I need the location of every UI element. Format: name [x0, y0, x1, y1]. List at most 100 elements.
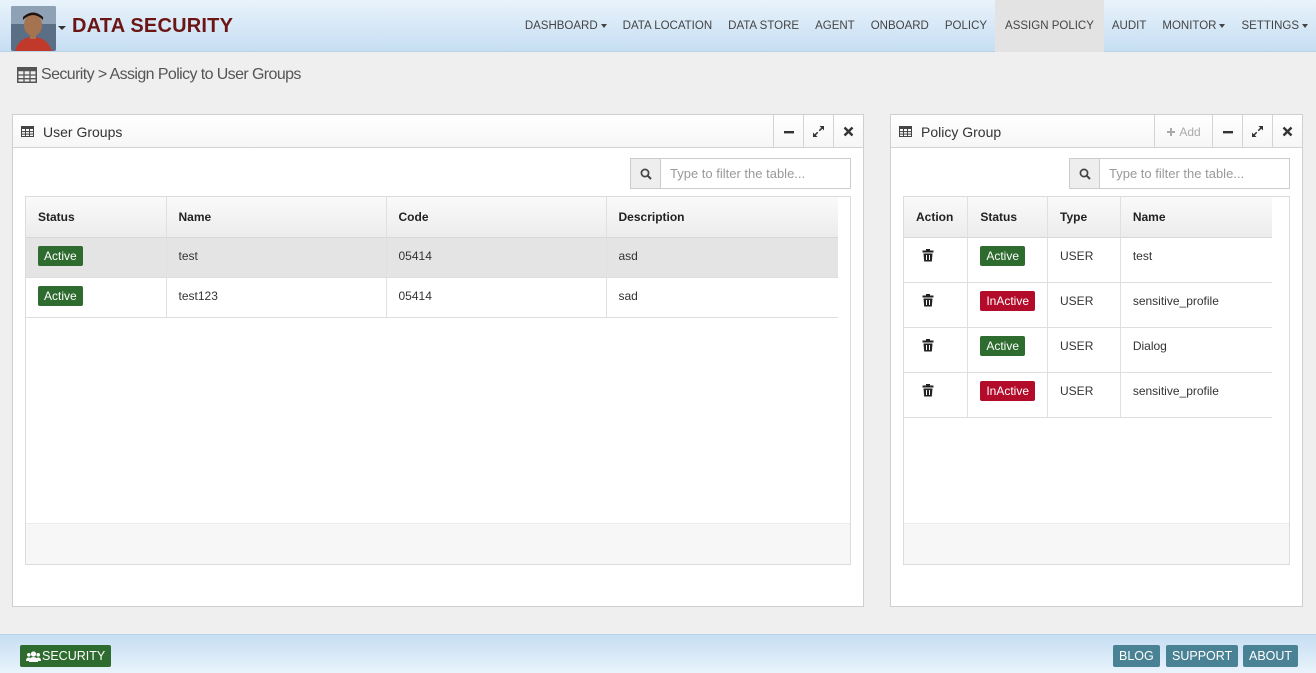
chevron-down-icon: [600, 24, 607, 28]
minus-icon: [1222, 130, 1233, 133]
close-panel-button[interactable]: [833, 115, 863, 148]
panel-title: Policy Group: [921, 123, 1002, 140]
user-groups-table: Status Name Code Description Active test…: [26, 197, 838, 318]
status-badge: InActive: [980, 380, 1036, 401]
search-button[interactable]: [630, 158, 661, 189]
action-cell: [904, 327, 969, 373]
action-cell: [904, 372, 969, 418]
minimize-button[interactable]: [773, 115, 803, 148]
user-avatar[interactable]: [11, 6, 56, 51]
table-icon: [17, 67, 37, 83]
users-icon: [26, 650, 41, 662]
avatar-dropdown-caret-icon[interactable]: [58, 26, 66, 30]
column-header-status[interactable]: Status: [26, 197, 167, 238]
type-cell: USER: [1047, 237, 1121, 283]
status-cell: Active: [967, 237, 1049, 283]
table-icon: [899, 126, 912, 137]
table-row: Active USER test: [904, 237, 1272, 283]
plus-icon: [1167, 127, 1176, 136]
chevron-down-icon: [1302, 24, 1308, 28]
nav-audit-label: AUDIT: [1111, 20, 1147, 32]
column-header-code[interactable]: Code: [386, 197, 607, 238]
nav-data-location[interactable]: DATA LOCATION: [615, 0, 720, 52]
user-groups-panel-header: User Groups: [13, 115, 863, 148]
name-cell: sensitive_profile: [1120, 372, 1272, 418]
search-input[interactable]: [661, 158, 851, 189]
fullscreen-button[interactable]: [803, 115, 833, 148]
description-cell: asd: [606, 237, 838, 278]
type-cell: USER: [1047, 327, 1121, 373]
nav-settings[interactable]: SETTINGS: [1233, 0, 1316, 52]
about-button[interactable]: ABOUT: [1243, 645, 1299, 667]
breadcrumb: Security > Assign Policy to User Groups: [17, 66, 301, 84]
status-cell: Active: [967, 327, 1049, 373]
name-cell: sensitive_profile: [1120, 282, 1272, 328]
column-header-action[interactable]: Action: [904, 197, 969, 238]
column-header-name[interactable]: Name: [1120, 197, 1272, 238]
policy-group-panel-header: Policy Group Add: [891, 115, 1302, 148]
column-header-description[interactable]: Description: [606, 197, 838, 238]
app-brand[interactable]: DATA SECURITY: [72, 15, 233, 38]
security-button[interactable]: SECURITY: [20, 645, 112, 667]
status-cell: Active: [26, 277, 167, 318]
policy-group-panel-tools: Add: [1154, 115, 1302, 148]
action-cell: [904, 237, 969, 283]
trash-icon[interactable]: [922, 248, 934, 262]
table-footer: [904, 523, 1289, 564]
nav-dashboard[interactable]: DASHBOARD: [517, 0, 615, 52]
nav-onboard-label: ONBOARD: [870, 20, 929, 32]
trash-icon[interactable]: [922, 383, 934, 397]
close-icon: [843, 126, 854, 137]
user-groups-panel: User Groups Status Name Code: [12, 114, 864, 607]
search-icon: [640, 168, 652, 180]
nav-settings-label: SETTINGS: [1241, 20, 1299, 32]
expand-icon: [813, 126, 824, 137]
blog-button[interactable]: BLOG: [1113, 645, 1160, 667]
nav-dashboard-label: DASHBOARD: [524, 20, 598, 32]
table-header-row: Action Status Type Name: [904, 197, 1272, 238]
name-cell: Dialog: [1120, 327, 1272, 373]
column-header-status[interactable]: Status: [967, 197, 1049, 238]
table-row[interactable]: Active test 05414 asd: [26, 237, 838, 278]
nav-onboard[interactable]: ONBOARD: [863, 0, 937, 52]
search-button[interactable]: [1069, 158, 1100, 189]
table-row: Active USER Dialog: [904, 327, 1272, 373]
user-groups-panel-tools: [773, 115, 863, 148]
code-cell: 05414: [386, 277, 607, 318]
column-header-type[interactable]: Type: [1047, 197, 1121, 238]
table-header-row: Status Name Code Description: [26, 197, 838, 238]
nav-data-location-label: DATA LOCATION: [622, 20, 713, 32]
nav-agent[interactable]: AGENT: [807, 0, 863, 52]
status-cell: Active: [26, 237, 167, 278]
nav-data-store[interactable]: DATA STORE: [720, 0, 807, 52]
minus-icon: [783, 130, 794, 133]
policy-group-table: Action Status Type Name Active USER test: [904, 197, 1272, 418]
description-cell: sad: [606, 277, 838, 318]
policy-group-panel: Policy Group Add A: [890, 114, 1303, 607]
nav-monitor[interactable]: MONITOR: [1154, 0, 1233, 52]
action-cell: [904, 282, 969, 328]
status-cell: InActive: [967, 282, 1049, 328]
minimize-button[interactable]: [1212, 115, 1242, 148]
breadcrumb-text: Security > Assign Policy to User Groups: [41, 66, 301, 83]
nav-assign-policy[interactable]: ASSIGN POLICY: [995, 0, 1104, 52]
column-header-name[interactable]: Name: [166, 197, 387, 238]
nav-audit[interactable]: AUDIT: [1104, 0, 1155, 52]
fullscreen-button[interactable]: [1242, 115, 1272, 148]
table-row[interactable]: Active test123 05414 sad: [26, 277, 838, 318]
search-input[interactable]: [1100, 158, 1290, 189]
nav-policy[interactable]: POLICY: [937, 0, 995, 52]
support-button[interactable]: SUPPORT: [1166, 645, 1239, 667]
add-button[interactable]: Add: [1154, 115, 1212, 148]
search-icon: [1079, 168, 1091, 180]
panel-title: User Groups: [43, 123, 123, 140]
nav-assign-policy-label: ASSIGN POLICY: [1005, 20, 1094, 32]
policy-group-filter: [1069, 158, 1290, 189]
close-panel-button[interactable]: [1272, 115, 1302, 148]
table-row: InActive USER sensitive_profile: [904, 372, 1272, 418]
trash-icon[interactable]: [922, 293, 934, 307]
trash-icon[interactable]: [922, 338, 934, 352]
expand-icon: [1252, 126, 1263, 137]
nav-data-store-label: DATA STORE: [728, 20, 800, 32]
top-navbar: DATA SECURITY DASHBOARD DATA LOCATION DA…: [0, 0, 1316, 52]
